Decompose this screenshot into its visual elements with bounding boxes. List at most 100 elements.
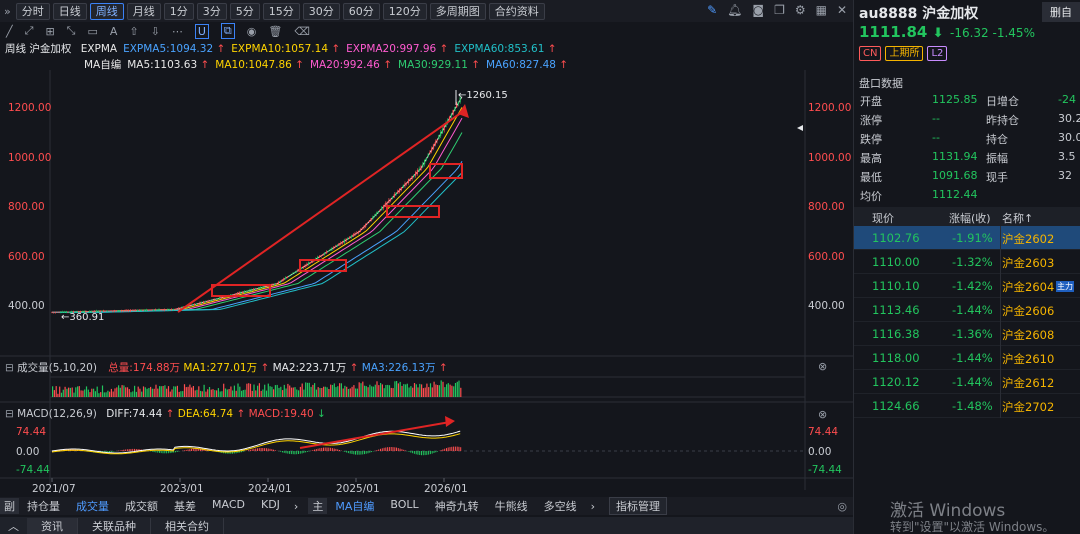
macd-bar bbox=[349, 451, 351, 454]
main-indicator-tab[interactable]: 神奇九转 bbox=[427, 498, 487, 514]
expand-icon[interactable]: » bbox=[4, 5, 11, 18]
news-tab[interactable]: 资讯 bbox=[27, 517, 78, 534]
period-button[interactable]: 30分 bbox=[302, 2, 340, 20]
location-icon[interactable]: ◎ bbox=[837, 500, 847, 513]
volume-bar bbox=[89, 392, 91, 397]
contract-row[interactable]: 1110.10 -1.42% 沪金2604 主力 bbox=[854, 274, 1080, 298]
volume-bar bbox=[66, 388, 68, 397]
period-button[interactable]: 3分 bbox=[196, 2, 227, 20]
contract-row[interactable]: 1113.46 -1.44% 沪金2606 bbox=[854, 298, 1080, 322]
macd-bar bbox=[285, 451, 287, 454]
contract-row[interactable]: 1120.12 -1.44% 沪金2612 bbox=[854, 370, 1080, 394]
related-varieties-tab[interactable]: 关联品种 bbox=[78, 517, 151, 534]
period-button[interactable]: 1分 bbox=[163, 2, 194, 20]
candle-body bbox=[243, 291, 246, 293]
macd-close-icon[interactable]: ⊗ bbox=[818, 408, 827, 421]
eye-icon[interactable]: ◉ bbox=[247, 25, 257, 38]
volume-close-icon[interactable]: ⊗ bbox=[818, 360, 827, 373]
close-icon[interactable]: ✕ bbox=[837, 3, 847, 17]
period-button[interactable]: 60分 bbox=[342, 2, 380, 20]
period-button[interactable]: 分时 bbox=[15, 2, 50, 20]
quote-key: 涨停 bbox=[860, 114, 882, 127]
contract-row[interactable]: 1116.38 -1.36% 沪金2608 bbox=[854, 322, 1080, 346]
price-tick-right: 1200.00 bbox=[808, 102, 851, 114]
rect-tool-icon[interactable]: ▭ bbox=[87, 25, 97, 38]
arrow-up-tool-icon[interactable]: ⇧ bbox=[129, 25, 138, 38]
period-button[interactable]: 月线 bbox=[126, 2, 161, 20]
tag-cn: CN bbox=[859, 46, 882, 61]
macd-bar bbox=[296, 451, 298, 455]
sub-indicator-tab[interactable]: 成交额 bbox=[117, 498, 166, 514]
grid-icon[interactable]: ▦ bbox=[816, 3, 827, 17]
candle-body bbox=[284, 277, 287, 280]
period-button[interactable]: 5分 bbox=[229, 2, 260, 20]
volume-bar bbox=[251, 390, 253, 397]
kline-chart[interactable]: 1200.00 1200.00 1000.00 1000.00 800.00 800.00… bbox=[0, 40, 853, 495]
ray-tool-icon[interactable]: ⤢ bbox=[25, 24, 34, 38]
macd-settings-icon[interactable]: ⊟ bbox=[5, 408, 14, 420]
sub-indicator-tab[interactable]: KDJ bbox=[253, 498, 288, 514]
header-name[interactable]: 名称↑ bbox=[1002, 210, 1033, 226]
candle-body bbox=[144, 309, 146, 311]
header-pct[interactable]: 涨幅(收) bbox=[949, 210, 991, 226]
contract-price: 1102.76 bbox=[872, 231, 920, 245]
volume-bar bbox=[265, 390, 268, 397]
period-button[interactable]: 日线 bbox=[52, 2, 87, 20]
fib-tool-icon[interactable]: ⤡ bbox=[67, 24, 76, 38]
delete-watch-button[interactable]: 删自 bbox=[1042, 2, 1080, 22]
period-button[interactable]: 15分 bbox=[262, 2, 300, 20]
main-indicator-tab[interactable]: 多空线 bbox=[536, 498, 585, 514]
text-tool-icon[interactable]: A bbox=[110, 25, 118, 38]
period-button[interactable]: 合约资料 bbox=[488, 2, 545, 20]
camera-icon[interactable]: ◙ bbox=[752, 3, 764, 17]
macd-bar bbox=[394, 447, 396, 451]
period-button[interactable]: 周线 bbox=[89, 2, 124, 20]
contract-price: 1110.10 bbox=[872, 279, 920, 293]
macd-bar bbox=[369, 451, 371, 453]
sub-indicator-tab[interactable]: 成交量 bbox=[68, 498, 117, 514]
volume-bar bbox=[175, 386, 177, 397]
more-tools-icon[interactable]: ⋯ bbox=[172, 25, 183, 38]
header-price[interactable]: 现价 bbox=[872, 210, 894, 226]
main-indicator-tab[interactable]: 牛熊线 bbox=[487, 498, 536, 514]
line-tool-icon[interactable]: ╱ bbox=[6, 25, 13, 38]
period-button[interactable]: 多周期图 bbox=[429, 2, 486, 20]
delete-icon[interactable]: 🗑︎ bbox=[268, 25, 282, 38]
sub-indicator-tab[interactable]: MACD bbox=[204, 498, 253, 514]
indicator-manage-button[interactable]: 指标管理 bbox=[609, 497, 668, 515]
volume-ma2: MA2:223.71万 bbox=[272, 362, 347, 374]
period-button[interactable]: 120分 bbox=[382, 2, 427, 20]
main-indicator-tab[interactable]: MA自编 bbox=[327, 498, 382, 514]
volume-bar bbox=[246, 383, 248, 397]
settings-icon[interactable]: ⚙ bbox=[795, 3, 806, 17]
related-contracts-tab[interactable]: 相关合约 bbox=[151, 517, 224, 534]
lock-icon[interactable]: ⧉ bbox=[220, 23, 235, 39]
volume-bar bbox=[310, 386, 312, 397]
candle-body bbox=[147, 309, 149, 311]
macd-bar bbox=[401, 449, 403, 451]
eraser-icon[interactable]: ⌫ bbox=[294, 25, 310, 38]
candle-body bbox=[436, 139, 438, 142]
sub-indicator-tab[interactable]: 基差 bbox=[166, 498, 204, 514]
copy-icon[interactable]: ❐ bbox=[774, 3, 785, 17]
pen-icon[interactable]: ✎ bbox=[707, 3, 717, 17]
main-indicator-tab[interactable]: BOLL bbox=[382, 498, 426, 514]
macd-bar bbox=[164, 451, 166, 454]
macd-tick-left: -74.44 bbox=[16, 464, 50, 476]
collapse-icon[interactable]: ︿ bbox=[0, 518, 27, 534]
contract-row[interactable]: 1110.00 -1.32% 沪金2603 bbox=[854, 250, 1080, 274]
contract-row[interactable]: 1118.00 -1.44% 沪金2610 bbox=[854, 346, 1080, 370]
contract-row[interactable]: 1124.66 -1.48% 沪金2702 bbox=[854, 394, 1080, 418]
magnet-icon[interactable]: U bbox=[194, 23, 209, 39]
bell-icon[interactable]: 🔔︎ bbox=[727, 3, 742, 17]
contract-row[interactable]: 1102.76 -1.91% 沪金2602 bbox=[854, 226, 1080, 250]
macd-bar bbox=[371, 451, 373, 453]
sub-indicator-tab[interactable]: 持仓量 bbox=[19, 498, 68, 514]
channel-tool-icon[interactable]: ⊞ bbox=[45, 25, 54, 38]
candle-body bbox=[220, 297, 222, 299]
candle-body bbox=[242, 291, 244, 293]
tabs-scroll-right-icon[interactable]: › bbox=[288, 500, 304, 513]
volume-settings-icon[interactable]: ⊟ bbox=[5, 362, 14, 374]
arrow-down-tool-icon[interactable]: ⇩ bbox=[151, 25, 160, 38]
tabs2-scroll-right-icon[interactable]: › bbox=[585, 500, 601, 513]
